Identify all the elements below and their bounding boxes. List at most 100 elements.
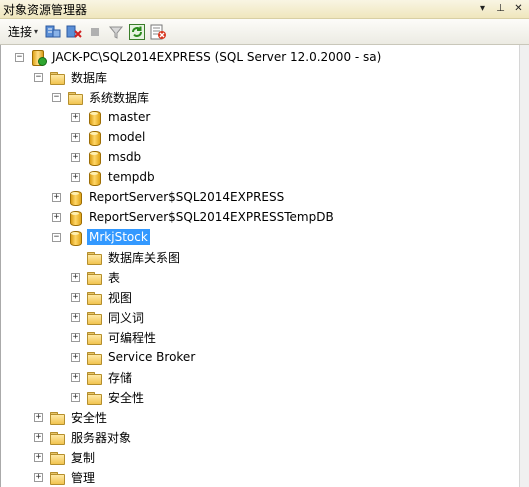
- object-explorer-tree: − JACK-PC\SQL2014EXPRESS (SQL Server 12.…: [0, 45, 519, 487]
- expand-icon[interactable]: +: [52, 192, 61, 202]
- tree-node-security[interactable]: + 安全性: [34, 407, 109, 427]
- folder-icon: [86, 389, 102, 405]
- tree-node-master[interactable]: + master: [71, 107, 152, 127]
- expand-icon[interactable]: +: [34, 412, 43, 422]
- tree-node-label: 存储: [108, 370, 133, 385]
- toolbar: 连接 ▾: [0, 19, 529, 45]
- tree-node-programmability[interactable]: + 可编程性: [71, 327, 158, 347]
- folder-icon: [49, 69, 65, 85]
- expand-icon[interactable]: +: [71, 152, 80, 162]
- folder-icon: [86, 369, 102, 385]
- expand-icon[interactable]: +: [71, 272, 80, 282]
- database-icon: [67, 229, 83, 246]
- chevron-down-icon: ▾: [34, 27, 39, 36]
- tree-node-management[interactable]: + 管理: [34, 467, 97, 487]
- expand-icon[interactable]: +: [34, 452, 43, 462]
- server-icon: [30, 49, 47, 66]
- close-icon[interactable]: ✕: [513, 4, 524, 15]
- folder-icon: [86, 249, 102, 265]
- tree-node-report-server[interactable]: + ReportServer$SQL2014EXPRESS: [52, 187, 286, 207]
- folder-icon: [49, 409, 65, 425]
- tree-node-label: Service Broker: [108, 350, 196, 364]
- tree-node-label: 安全性: [108, 390, 145, 405]
- expand-icon[interactable]: +: [71, 352, 80, 362]
- expand-icon[interactable]: +: [71, 172, 80, 182]
- tree-node-label: 安全性: [71, 410, 108, 425]
- auto-hide-pin-icon[interactable]: ⊥: [495, 4, 506, 15]
- folder-icon: [49, 469, 65, 485]
- refresh-icon[interactable]: [128, 23, 146, 41]
- folder-icon: [49, 429, 65, 445]
- tree-node-label: 系统数据库: [89, 90, 150, 105]
- connect-label: 连接: [8, 25, 33, 39]
- tree-node-report-server-tempdb[interactable]: + ReportServer$SQL2014EXPRESSTempDB: [52, 207, 336, 227]
- expand-icon[interactable]: +: [71, 292, 80, 302]
- expand-icon[interactable]: +: [71, 392, 80, 402]
- tree-node-label: 复制: [71, 450, 96, 465]
- tree-node-label: 数据库关系图: [108, 250, 181, 265]
- title-bar: 对象资源管理器 ▾ ⊥ ✕: [0, 0, 529, 19]
- tree-node-storage[interactable]: + 存储: [71, 367, 134, 387]
- tree-node-tempdb[interactable]: + tempdb: [71, 167, 157, 187]
- tree-node-label: 表: [108, 270, 121, 285]
- tree-node-label: 管理: [71, 470, 96, 485]
- database-icon: [86, 129, 102, 146]
- tree-node-label: master: [108, 110, 151, 124]
- folder-icon: [86, 349, 102, 365]
- expand-icon[interactable]: +: [71, 372, 80, 382]
- connect-button[interactable]: 连接 ▾: [8, 23, 38, 40]
- tree-node-system-databases[interactable]: − 系统数据库: [52, 87, 151, 107]
- tree-node-views[interactable]: + 视图: [71, 287, 134, 307]
- collapse-icon[interactable]: −: [52, 232, 61, 242]
- tree-node-label: 服务器对象: [71, 430, 132, 445]
- tree-node-model[interactable]: + model: [71, 127, 147, 147]
- database-icon: [86, 149, 102, 166]
- tree-node-replication[interactable]: + 复制: [34, 447, 97, 467]
- tree-node-service-broker[interactable]: + Service Broker: [71, 347, 197, 367]
- tree-node-synonyms[interactable]: + 同义词: [71, 307, 146, 327]
- database-icon: [67, 209, 83, 226]
- tree-node-database-diagrams[interactable]: 数据库关系图: [71, 247, 182, 267]
- expand-icon[interactable]: +: [34, 472, 43, 482]
- expand-icon[interactable]: +: [52, 212, 61, 222]
- tree-node-label: ReportServer$SQL2014EXPRESSTempDB: [89, 210, 334, 224]
- tree-node-databases[interactable]: − 数据库: [34, 67, 109, 87]
- collapse-icon[interactable]: −: [52, 92, 61, 102]
- expand-icon[interactable]: +: [34, 432, 43, 442]
- tree-node-label: 视图: [108, 290, 133, 305]
- expand-icon[interactable]: +: [71, 112, 80, 122]
- expand-icon[interactable]: +: [71, 132, 80, 142]
- tree-node-label: msdb: [108, 150, 142, 164]
- tree-node-tables[interactable]: + 表: [71, 267, 122, 287]
- tree-node-db-security[interactable]: + 安全性: [71, 387, 146, 407]
- stop-icon[interactable]: [86, 23, 104, 41]
- expand-icon[interactable]: +: [71, 312, 80, 322]
- window-position-dropdown-icon[interactable]: ▾: [477, 4, 488, 15]
- object-explorer-details-icon[interactable]: [149, 23, 167, 41]
- connect-object-explorer-icon[interactable]: [44, 23, 62, 41]
- vertical-scrollbar[interactable]: [519, 45, 529, 487]
- collapse-icon[interactable]: −: [34, 72, 43, 82]
- expand-icon[interactable]: +: [71, 332, 80, 342]
- folder-icon: [67, 89, 83, 105]
- tree-node-label: model: [108, 130, 146, 144]
- disconnect-icon[interactable]: [65, 23, 83, 41]
- database-icon: [86, 109, 102, 126]
- folder-icon: [86, 309, 102, 325]
- filter-icon[interactable]: [107, 23, 125, 41]
- tree-node-msdb[interactable]: + msdb: [71, 147, 143, 167]
- tree-node-label: ReportServer$SQL2014EXPRESS: [89, 190, 285, 204]
- tree-node-mrkjstock[interactable]: − MrkjStock: [52, 227, 150, 247]
- tree-node-label-selected: MrkjStock: [87, 229, 150, 245]
- tree-node-label: JACK-PC\SQL2014EXPRESS (SQL Server 12.0.…: [52, 50, 382, 64]
- collapse-icon[interactable]: −: [15, 52, 24, 62]
- tree-node-label: 同义词: [108, 310, 145, 325]
- tree-node-server[interactable]: − JACK-PC\SQL2014EXPRESS (SQL Server 12.…: [15, 47, 383, 67]
- folder-icon: [86, 329, 102, 345]
- tree-node-label: 可编程性: [108, 330, 157, 345]
- folder-icon: [49, 449, 65, 465]
- tree-node-server-objects[interactable]: + 服务器对象: [34, 427, 133, 447]
- tree-node-label: 数据库: [71, 70, 108, 85]
- window-title: 对象资源管理器: [3, 2, 88, 17]
- database-icon: [86, 169, 102, 186]
